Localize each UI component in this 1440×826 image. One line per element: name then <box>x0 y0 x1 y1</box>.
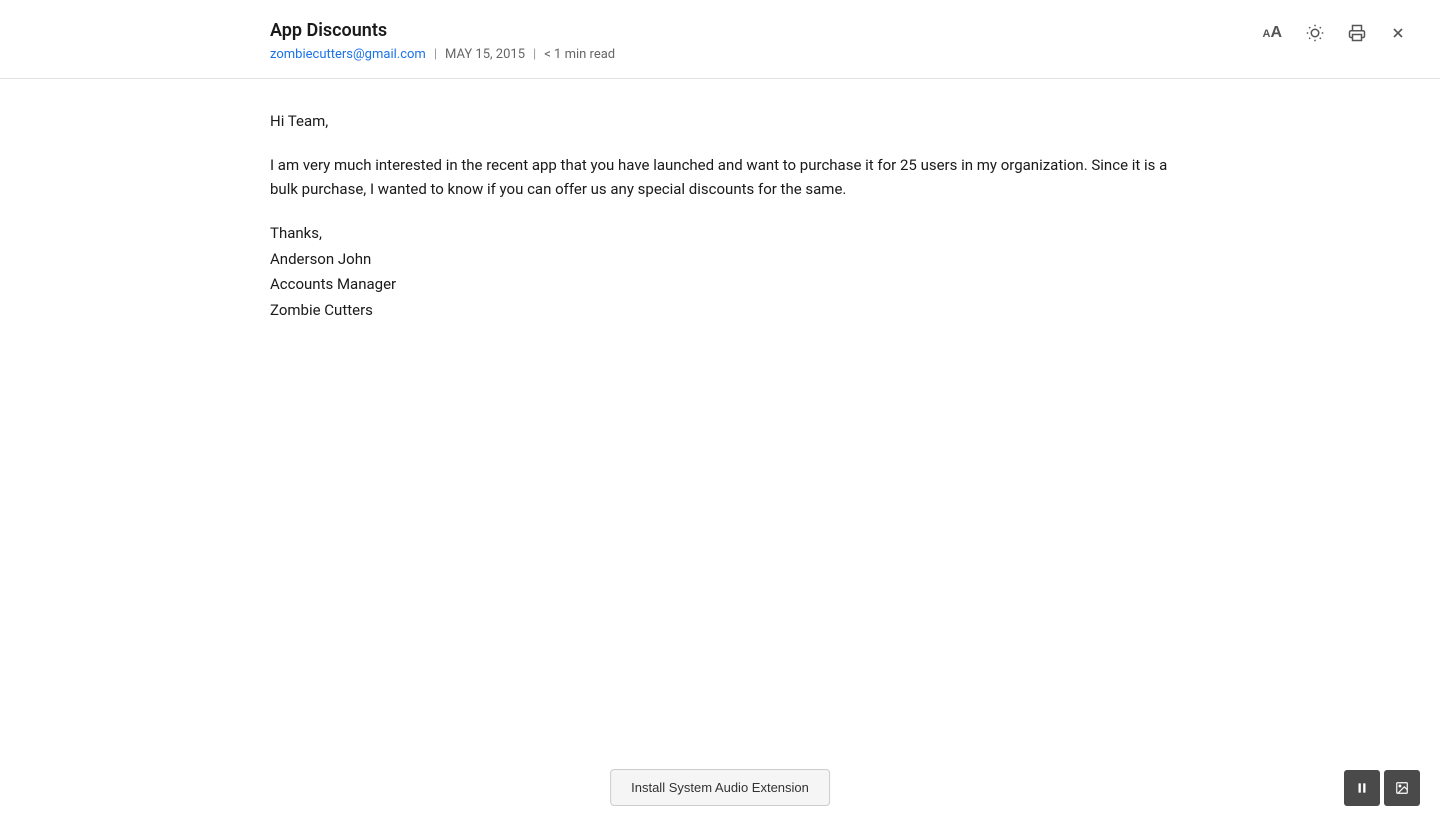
email-header: App Discounts zombiecutters@gmail.com | … <box>0 0 1440 79</box>
read-time: < 1 min read <box>544 47 615 62</box>
meta-separator: | <box>434 47 437 62</box>
email-body: Hi Team, I am very much interested in th… <box>0 79 1440 353</box>
email-date: MAY 15, 2015 <box>445 47 525 62</box>
bottom-bar: Install System Audio Extension <box>610 769 830 806</box>
install-audio-button[interactable]: Install System Audio Extension <box>610 769 830 806</box>
email-title: App Discounts <box>270 20 1170 41</box>
email-paragraph: I am very much interested in the recent … <box>270 153 1170 201</box>
signature-title: Accounts Manager <box>270 272 1170 298</box>
email-viewer: App Discounts zombiecutters@gmail.com | … <box>0 0 1440 826</box>
close-icon <box>1390 25 1406 41</box>
header-actions: AA <box>1258 20 1410 46</box>
signature-name: Anderson John <box>270 247 1170 273</box>
image-view-icon <box>1395 781 1409 795</box>
sender-email[interactable]: zombiecutters@gmail.com <box>270 47 426 62</box>
email-signature: Thanks, Anderson John Accounts Manager Z… <box>270 221 1170 323</box>
email-greeting: Hi Team, <box>270 109 1170 133</box>
bottom-right-controls <box>1344 770 1420 806</box>
email-meta: zombiecutters@gmail.com | MAY 15, 2015 |… <box>270 47 1170 62</box>
font-size-icon: AA <box>1262 25 1282 41</box>
print-button[interactable] <box>1344 20 1370 46</box>
brightness-button[interactable] <box>1302 20 1328 46</box>
pause-button[interactable] <box>1344 770 1380 806</box>
meta-separator-2: | <box>533 47 536 62</box>
font-size-button[interactable]: AA <box>1258 21 1286 45</box>
pause-icon <box>1355 781 1369 795</box>
print-icon <box>1348 24 1366 42</box>
signature-closing: Thanks, <box>270 221 1170 247</box>
signature-company: Zombie Cutters <box>270 298 1170 324</box>
image-view-button[interactable] <box>1384 770 1420 806</box>
brightness-icon <box>1306 24 1324 42</box>
close-button[interactable] <box>1386 21 1410 45</box>
